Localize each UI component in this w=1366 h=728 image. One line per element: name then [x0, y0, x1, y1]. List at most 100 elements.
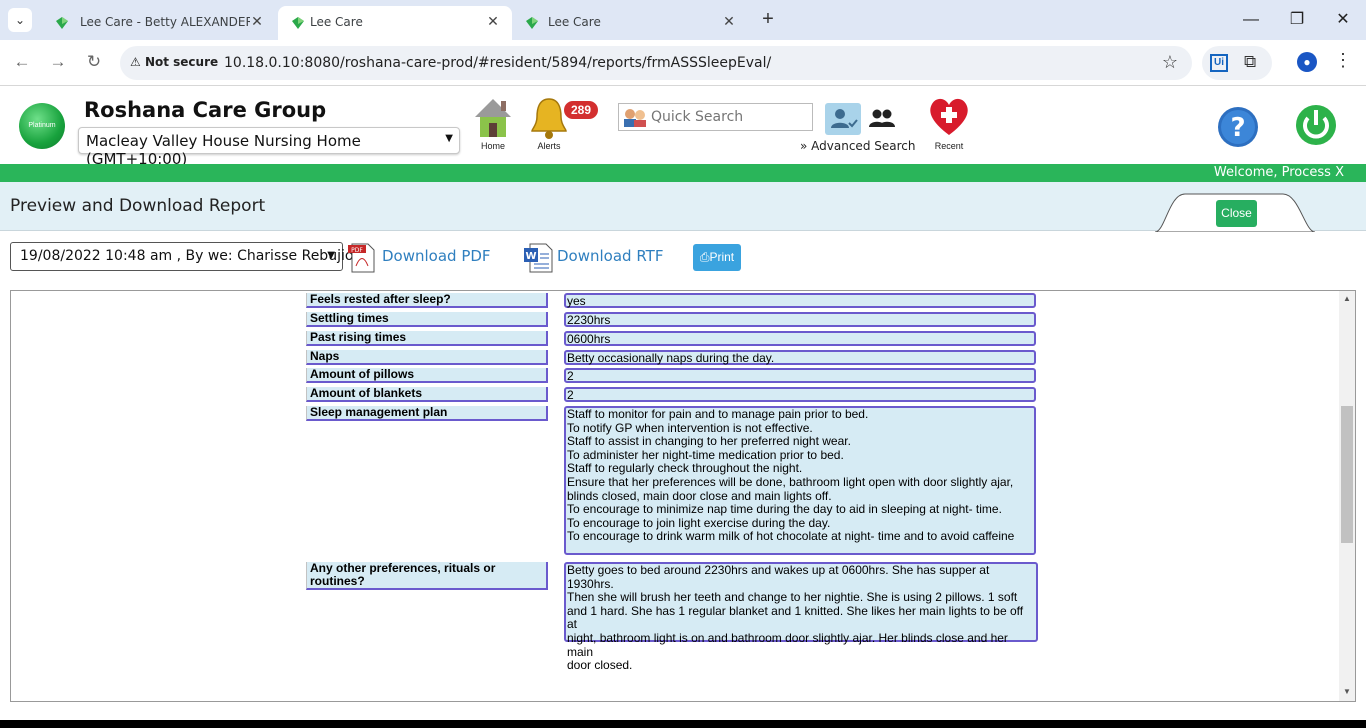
close-window-icon[interactable]: ✕ — [1333, 10, 1353, 30]
person-check-icon — [831, 109, 858, 128]
alerts-count-badge[interactable]: 289 — [562, 99, 600, 121]
tab-title: Lee Care - Betty ALEXANDER - S — [80, 15, 250, 29]
tab-search-icon[interactable]: ⌄ — [8, 8, 32, 32]
profile-avatar-icon[interactable]: ● — [1297, 52, 1317, 72]
text-line: To encourage to join light exercise duri… — [567, 515, 831, 530]
omnibox[interactable]: ⚠ Not secure 10.18.0.10:8080/roshana-car… — [120, 46, 1192, 80]
new-tab-icon[interactable]: + — [758, 8, 778, 30]
text-line: Betty goes to bed around 2230hrs and wak… — [567, 563, 990, 591]
reload-icon[interactable]: ↻ — [83, 52, 105, 72]
close-tab-icon[interactable]: ✕ — [484, 13, 502, 30]
search-staff-button[interactable] — [864, 103, 900, 135]
browser-menu-icon[interactable]: ⋮ — [1334, 50, 1352, 71]
tab-title: Lee Care — [548, 15, 601, 29]
text-line: Ensure that her preferences will be done… — [567, 474, 1014, 489]
browser-tab-1[interactable]: Lee Care - Betty ALEXANDER - S ✕ — [40, 6, 276, 40]
alerts-label: Alerts — [537, 141, 561, 151]
extensions-puzzle-icon[interactable]: ⧉ — [1244, 52, 1256, 72]
text-line: night, bathroom light is on and bathroom… — [567, 630, 1008, 659]
forward-icon[interactable]: → — [47, 52, 69, 72]
quick-search-input[interactable] — [651, 108, 807, 126]
field-value-multiline: Staff to monitor for pain and to manage … — [564, 406, 1036, 555]
help-button[interactable]: ? — [1216, 105, 1260, 154]
close-button[interactable]: Close — [1216, 200, 1257, 227]
url-text[interactable]: 10.18.0.10:8080/roshana-care-prod/#resid… — [224, 55, 771, 71]
recent-button[interactable]: Recent — [924, 93, 974, 151]
back-icon[interactable]: ← — [11, 52, 33, 72]
report-preview-frame[interactable]: Feels rested after sleep? yes Settling t… — [10, 290, 1356, 702]
pdf-file-icon[interactable]: PDF — [346, 242, 378, 274]
search-residents-button[interactable] — [825, 103, 861, 135]
logout-button[interactable] — [1294, 103, 1338, 152]
printer-icon: ⎙ — [699, 250, 710, 264]
scroll-down-icon[interactable]: ▼ — [1342, 687, 1352, 696]
uipath-extension-icon[interactable]: Ui — [1210, 54, 1228, 72]
people-search-icon — [624, 109, 646, 127]
field-label: Sleep management plan — [306, 406, 548, 421]
tab-title: Lee Care — [310, 15, 363, 29]
field-value: 2 — [564, 387, 1036, 402]
svg-text:PDF: PDF — [351, 247, 363, 254]
quick-search-box[interactable] — [618, 103, 813, 131]
label-line: routines? — [310, 574, 365, 588]
advanced-search-link[interactable]: » Advanced Search — [800, 139, 915, 153]
facility-select[interactable]: Macleay Valley House Nursing Home (GMT+1… — [78, 127, 460, 168]
welcome-bar: Welcome, Process X — [0, 164, 1366, 182]
home-label: Home — [480, 141, 505, 151]
dropdown-caret-icon: ▼ — [327, 250, 335, 261]
field-value: 2 — [564, 368, 1036, 383]
word-file-icon[interactable]: W — [522, 242, 554, 274]
field-label: Naps — [306, 350, 548, 365]
svg-text:W: W — [525, 251, 536, 262]
text-line: Staff to monitor for pain and to manage … — [567, 407, 869, 421]
page-title: Preview and Download Report — [10, 196, 266, 216]
close-tab-icon[interactable]: ✕ — [248, 13, 266, 30]
help-icon: ? — [1218, 107, 1258, 147]
heart-plus-icon — [930, 98, 968, 135]
minimize-icon[interactable]: — — [1241, 10, 1261, 30]
recent-label: Recent — [934, 141, 964, 151]
report-version-value: 19/08/2022 10:48 am , By we: Charisse Re… — [20, 248, 354, 264]
report-version-select[interactable]: 19/08/2022 10:48 am , By we: Charisse Re… — [10, 242, 353, 271]
field-label: Amount of blankets — [306, 387, 548, 402]
app-header: Platinum Roshana Care Group Macleay Vall… — [0, 87, 1366, 168]
browser-tab-2[interactable]: Lee Care ✕ — [278, 6, 512, 40]
dropdown-caret-icon: ▼ — [445, 133, 453, 144]
scroll-up-icon[interactable]: ▲ — [1342, 294, 1352, 303]
welcome-text: Welcome, Process X — [1213, 165, 1344, 180]
home-button[interactable]: Home — [470, 95, 516, 151]
home-icon — [475, 99, 511, 137]
org-name: Roshana Care Group — [84, 98, 327, 122]
field-value: yes — [564, 293, 1036, 308]
browser-tab-3[interactable]: Lee Care ✕ — [514, 6, 748, 40]
vertical-scrollbar[interactable]: ▲ ▼ — [1339, 291, 1355, 701]
text-line: Staff to assist in changing to her prefe… — [567, 434, 851, 449]
field-value: 2230hrs — [564, 312, 1036, 327]
people-icon — [869, 109, 895, 127]
advanced-search-label: Advanced Search — [811, 139, 916, 153]
platinum-logo[interactable]: Platinum — [19, 103, 65, 149]
field-value: 0600hrs — [564, 331, 1036, 346]
bookmark-star-icon[interactable]: ☆ — [1162, 52, 1178, 73]
print-label: Print — [709, 250, 735, 264]
logo-text: Platinum — [28, 122, 56, 129]
restore-icon[interactable]: ❐ — [1287, 10, 1307, 30]
download-rtf-link[interactable]: Download RTF — [557, 247, 663, 265]
close-tab-icon[interactable]: ✕ — [720, 13, 738, 30]
extensions-group: Ui ⧉ — [1202, 46, 1272, 80]
print-button[interactable]: ⎙Print — [693, 244, 741, 271]
not-secure-indicator[interactable]: ⚠ Not secure — [130, 55, 218, 69]
app-window: ⌄ Lee Care - Betty ALEXANDER - S ✕ Lee C… — [0, 0, 1366, 720]
browser-tab-bar: ⌄ Lee Care - Betty ALEXANDER - S ✕ Lee C… — [0, 0, 1366, 40]
download-pdf-link[interactable]: Download PDF — [382, 247, 491, 265]
text-line: To administer her night-time medication … — [567, 447, 844, 462]
field-label: Amount of pillows — [306, 368, 548, 383]
text-line: blinds closed, main door close and main … — [567, 488, 832, 503]
field-value: Betty occasionally naps during the day. — [564, 350, 1036, 365]
power-icon — [1296, 105, 1336, 145]
text-line: Staff to regularly check throughout the … — [567, 461, 803, 476]
leecare-favicon-icon — [56, 17, 68, 29]
text-line: and 1 hard. She has 1 regular blanket an… — [567, 603, 1024, 632]
field-value-multiline: Betty goes to bed around 2230hrs and wak… — [564, 562, 1038, 672]
scrollbar-thumb[interactable] — [1341, 406, 1353, 543]
